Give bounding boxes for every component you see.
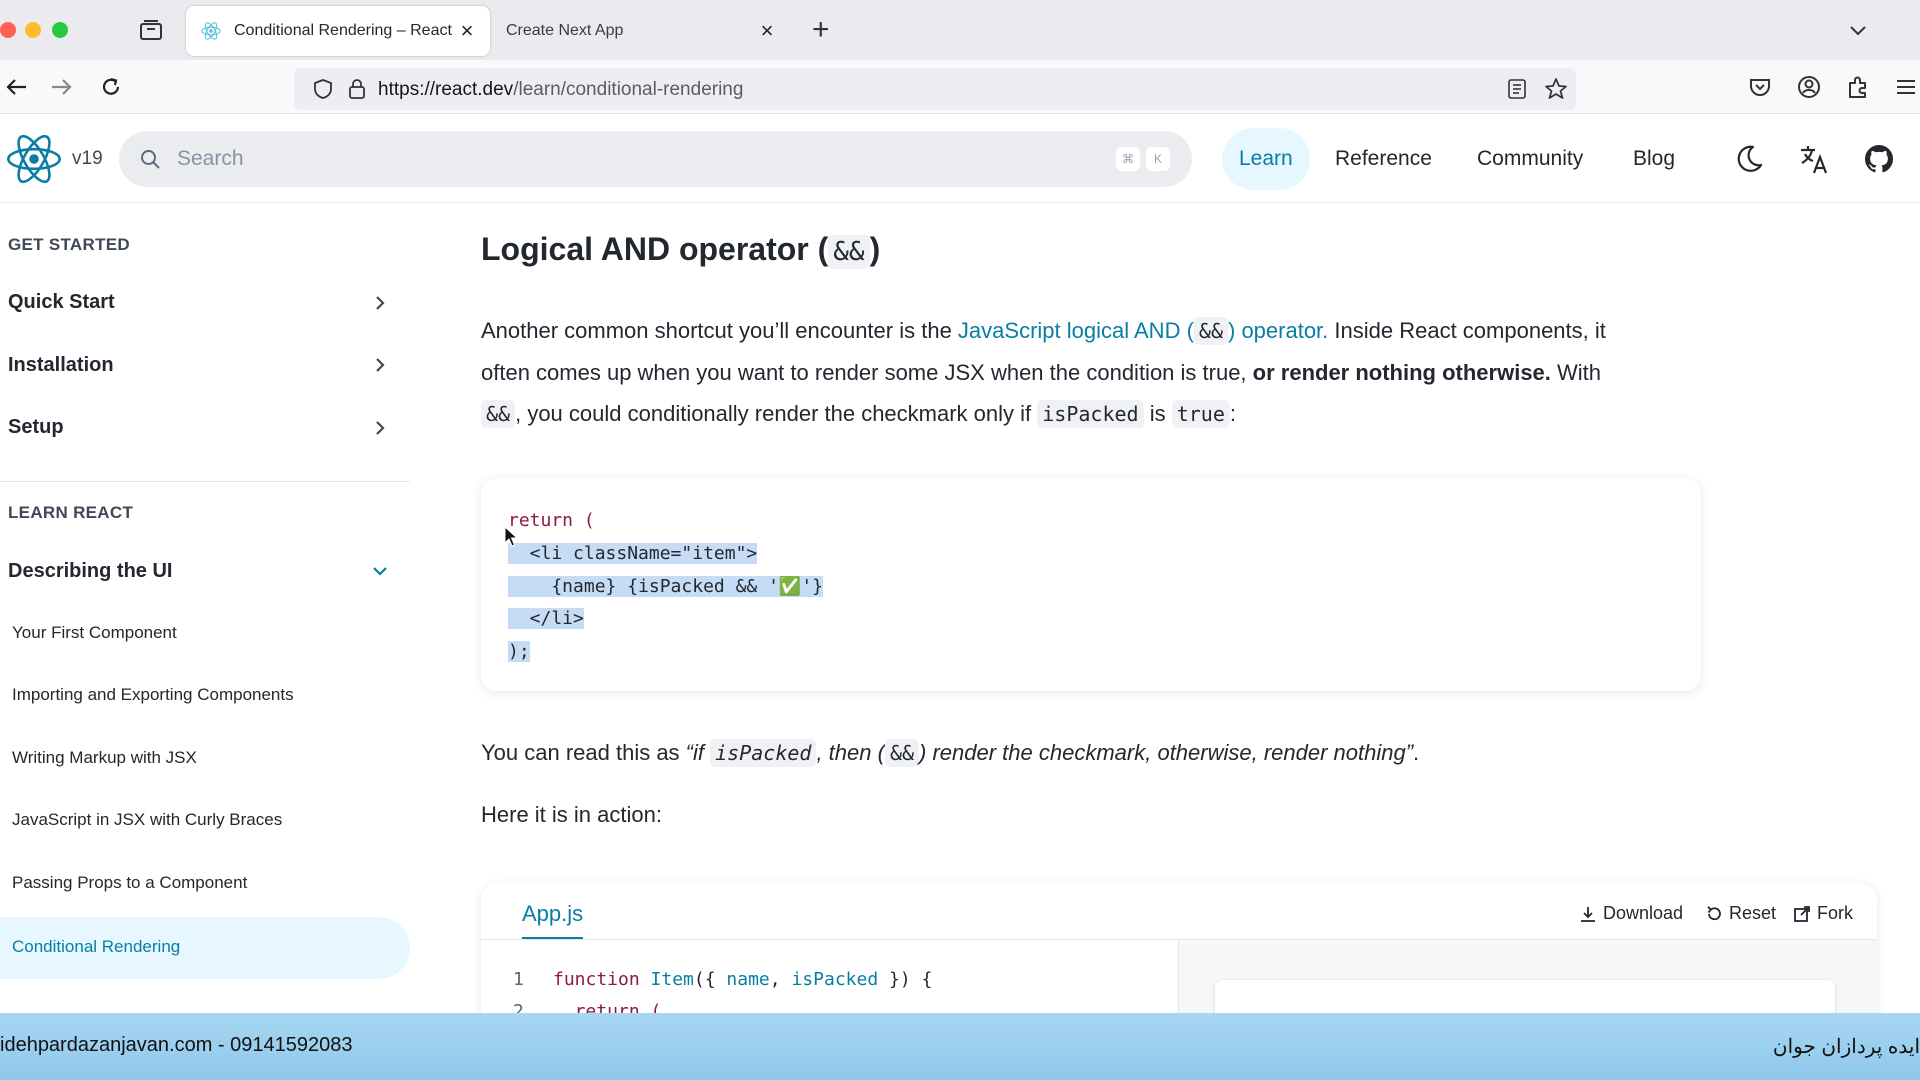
sidebar-item-installation[interactable]: Installation	[8, 354, 114, 377]
search-input[interactable]: Search	[177, 147, 244, 171]
forward-arrow-icon[interactable]	[48, 73, 76, 101]
tab-close-icon[interactable]: ×	[756, 20, 778, 42]
chevron-right-icon[interactable]	[370, 418, 390, 438]
watermark-bar: idehpardazanjavan.com - 09141592083 ایده…	[0, 1013, 1920, 1080]
code-snippet[interactable]: return ( <li className="item"> {name} {i…	[481, 478, 1701, 691]
reader-view-icon[interactable]	[1506, 78, 1528, 100]
sidebar-section-learn-react: LEARN REACT	[8, 503, 134, 522]
code-line-5: );	[508, 641, 530, 662]
article-content: Logical AND operator (&&) Another common…	[481, 203, 1920, 1023]
sidebar-item-quick-start[interactable]: Quick Start	[8, 291, 115, 314]
reset-button[interactable]: Reset	[1705, 903, 1776, 924]
sidebar-item-importing-exporting[interactable]: Importing and Exporting Components	[12, 685, 294, 705]
section-heading: Logical AND operator (&&)	[481, 231, 881, 269]
window-close-button[interactable]	[0, 22, 16, 38]
new-tab-button[interactable]: +	[812, 15, 830, 45]
nav-community[interactable]: Community	[1460, 128, 1600, 190]
tab-conditional-rendering[interactable]: Conditional Rendering – React ×	[186, 6, 490, 56]
sidebar-divider	[0, 481, 410, 482]
menu-icon[interactable]	[1892, 73, 1920, 101]
pocket-icon[interactable]	[1746, 73, 1774, 101]
sidebar-section-get-started: GET STARTED	[8, 235, 130, 254]
search-icon	[141, 150, 160, 169]
mouse-cursor-icon	[504, 526, 519, 547]
sidebar-item-your-first-component[interactable]: Your First Component	[12, 623, 177, 643]
nav-learn[interactable]: Learn	[1222, 128, 1310, 190]
back-arrow-icon[interactable]	[2, 73, 30, 101]
account-icon[interactable]	[1795, 73, 1823, 101]
react-favicon-icon	[201, 22, 221, 40]
intro-paragraph: Another common shortcut you’ll encounter…	[481, 317, 1606, 428]
code-line-1: return (	[508, 510, 595, 531]
tab-title: Conditional Rendering – React	[234, 22, 452, 39]
window-minimize-button[interactable]	[25, 22, 41, 38]
tab-close-icon[interactable]: ×	[456, 20, 478, 42]
chevron-right-icon[interactable]	[370, 293, 390, 313]
reset-icon	[1707, 905, 1721, 920]
version-label[interactable]: v19	[72, 148, 103, 170]
sidebar-item-label: Conditional Rendering	[12, 937, 181, 956]
sidebar-item-javascript-in-jsx[interactable]: JavaScript in JSX with Curly Braces	[12, 810, 282, 830]
chevron-down-icon[interactable]	[370, 561, 390, 581]
react-logo-icon[interactable]	[6, 133, 62, 185]
kbd-k: K	[1146, 147, 1170, 171]
chevron-right-icon[interactable]	[370, 355, 390, 375]
editor-line-1[interactable]: 1 function Item({ name, isPacked }) {	[513, 969, 932, 990]
shield-icon[interactable]	[312, 78, 334, 100]
browser-tab-bar: Conditional Rendering – React × Create N…	[0, 0, 1920, 60]
sidebar-item-describing-the-ui[interactable]: Describing the UI	[8, 560, 172, 583]
sidebar-item-conditional-rendering[interactable]: Conditional Rendering	[0, 917, 410, 979]
nav-reference[interactable]: Reference	[1318, 128, 1449, 190]
reload-icon[interactable]	[97, 73, 125, 101]
download-icon	[1581, 906, 1595, 922]
watermark-right-text: ایده پردازان جوان	[1772, 1036, 1920, 1058]
tab-overview-icon[interactable]	[138, 18, 164, 42]
logical-and-link[interactable]: JavaScript logical AND (&&) operator.	[958, 317, 1328, 345]
browser-toolbar: https://react.dev/learn/conditional-rend…	[0, 60, 1920, 114]
sidebar-item-passing-props[interactable]: Passing Props to a Component	[12, 873, 247, 893]
sidebar-item-setup[interactable]: Setup	[8, 416, 64, 439]
bookmark-star-icon[interactable]	[1544, 77, 1568, 101]
sidebar-item-writing-markup[interactable]: Writing Markup with JSX	[12, 748, 197, 768]
here-in-action-paragraph: Here it is in action:	[481, 802, 662, 827]
window-maximize-button[interactable]	[52, 22, 68, 38]
external-link-icon	[1794, 905, 1810, 922]
explanation-paragraph: You can read this as “if isPacked, then …	[481, 739, 1420, 767]
docs-sidebar: GET STARTED Quick Start Installation Set…	[0, 203, 410, 1013]
chevron-down-icon[interactable]	[1846, 18, 1870, 42]
download-button[interactable]: Download	[1579, 903, 1683, 924]
translate-icon[interactable]	[1797, 142, 1831, 176]
watermark-left-text: idehpardazanjavan.com - 09141592083	[0, 1034, 353, 1056]
tab-create-next-app[interactable]: Create Next App ×	[490, 6, 790, 56]
file-tab-app-js[interactable]: App.js	[522, 901, 584, 940]
code-line-2: <li className="item">	[508, 543, 758, 564]
preview-pane	[1178, 940, 1877, 1023]
code-line-3: {name} {isPacked && '✅'}	[508, 576, 824, 597]
lock-icon[interactable]	[346, 77, 368, 101]
extensions-icon[interactable]	[1844, 73, 1872, 101]
search-bar[interactable]: Search ⌘ K	[119, 131, 1192, 187]
kbd-command: ⌘	[1116, 147, 1140, 171]
fork-button[interactable]: Fork	[1793, 903, 1853, 924]
code-line-4: </li>	[508, 608, 584, 629]
tab-title: Create Next App	[506, 22, 624, 39]
code-sandbox: App.js Download Reset Fork 1 function Ite…	[481, 883, 1877, 1023]
github-icon[interactable]	[1862, 142, 1896, 176]
site-header: v19 Search ⌘ K Learn Reference Community…	[0, 115, 1920, 203]
url-text[interactable]: https://react.dev/learn/conditional-rend…	[378, 79, 743, 101]
dark-mode-moon-icon[interactable]	[1732, 142, 1766, 176]
nav-blog[interactable]: Blog	[1616, 128, 1692, 190]
address-bar[interactable]: https://react.dev/learn/conditional-rend…	[294, 68, 1576, 110]
